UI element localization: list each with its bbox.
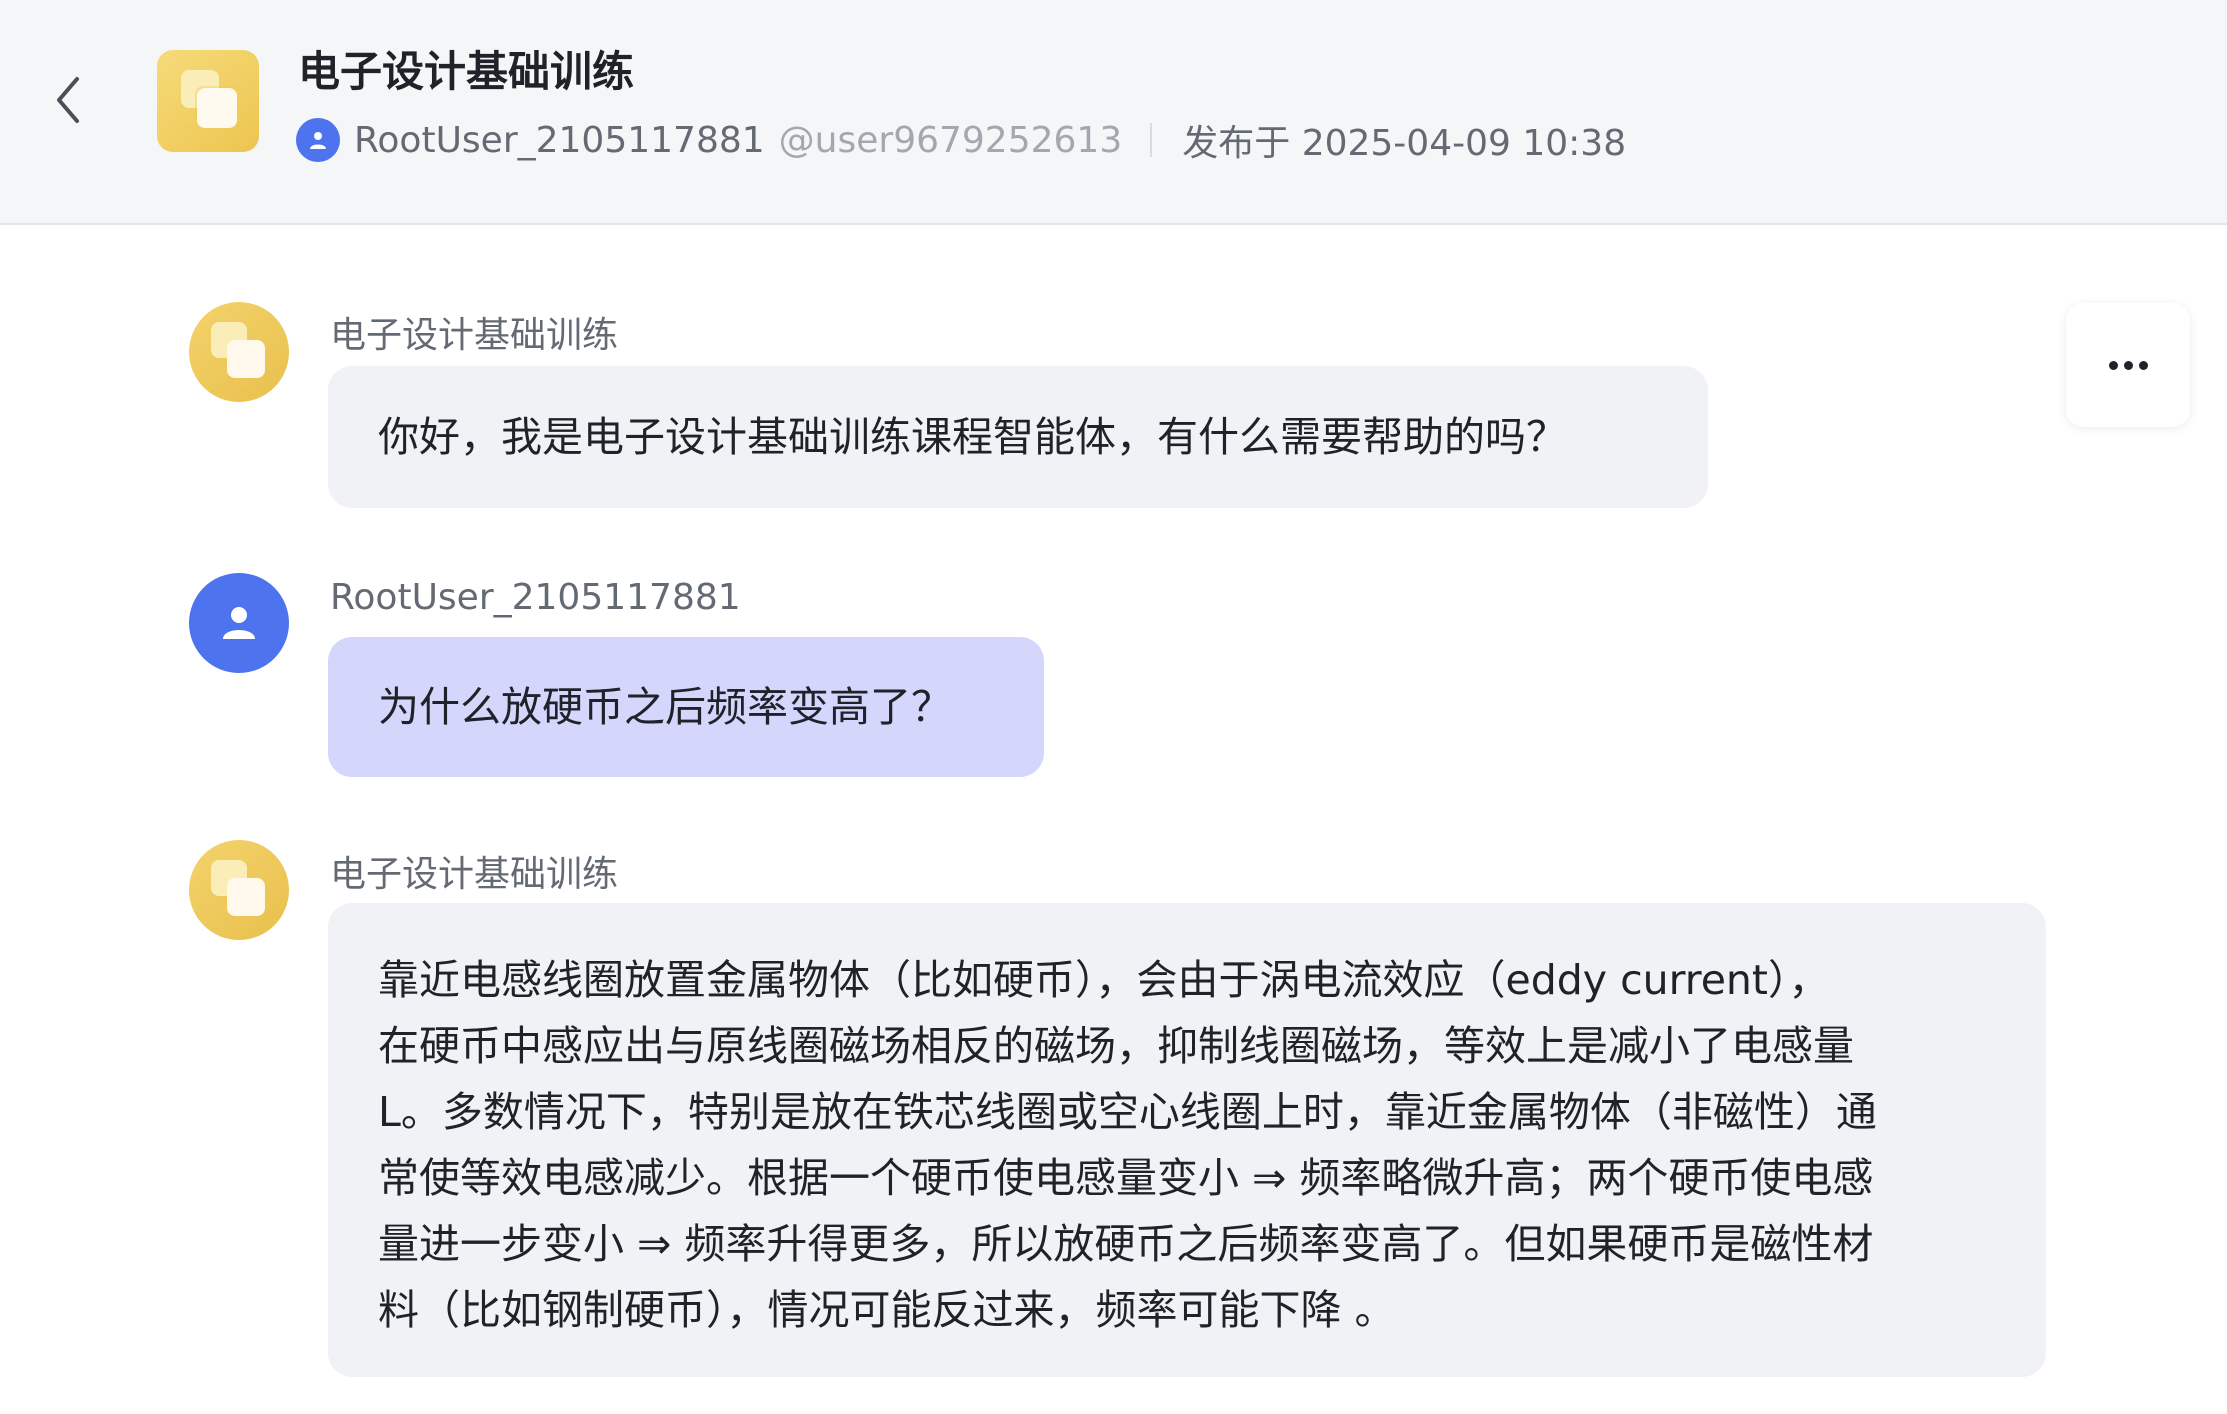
person-icon <box>223 607 255 639</box>
message-text: 为什么放硬币之后频率变高了？ <box>378 683 952 731</box>
more-options-button[interactable] <box>2066 303 2190 427</box>
agent-logo-icon <box>157 50 259 152</box>
person-icon <box>310 132 326 149</box>
back-button[interactable] <box>48 70 88 130</box>
agent-message-bubble: 你好，我是电子设计基础训练课程智能体，有什么需要帮助的吗？ <box>328 366 1708 508</box>
sender-name: 电子设计基础训练 <box>330 315 619 356</box>
sender-name: RootUser_2105117881 <box>330 577 741 618</box>
user-message-bubble: 为什么放硬币之后频率变高了？ <box>328 637 1044 777</box>
author-handle: @user9679252613 <box>778 119 1123 161</box>
agent-message-bubble: 靠近电感线圈放置金属物体（比如硬币），会由于涡电流效应（eddy current… <box>328 903 2046 1377</box>
divider <box>1150 123 1153 157</box>
message-line: 靠近电感线圈放置金属物体（比如硬币），会由于涡电流效应（eddy current… <box>378 956 1830 1004</box>
publish-date: 发布于 2025-04-09 10:38 <box>1182 123 1627 164</box>
chevron-left-icon <box>57 77 79 123</box>
message-line: L。多数情况下，特别是放在铁芯线圈或空心线圈上时，靠近金属物体（非磁性）通 <box>378 1088 1877 1136</box>
message-line: 常使等效电感减少。根据一个硬币使电感量变小 ⇒ 频率略微升高；两个硬币使电感 <box>378 1154 1874 1202</box>
message-line: 量进一步变小 ⇒ 频率升得更多，所以放硬币之后频率变高了。但如果硬币是磁性材 <box>378 1220 1874 1268</box>
user-avatar <box>189 573 289 673</box>
more-horizontal-icon <box>2108 360 2148 370</box>
agent-avatar <box>189 840 289 940</box>
page-title: 电子设计基础训练 <box>298 47 635 96</box>
author-avatar <box>296 118 340 162</box>
sender-name: 电子设计基础训练 <box>330 854 619 895</box>
author-meta: RootUser_2105117881 @user9679252613 发布于 … <box>296 116 1626 164</box>
chat-header: 电子设计基础训练 RootUser_2105117881 @user967925… <box>0 0 2227 225</box>
agent-avatar <box>189 302 289 402</box>
message-line: 在硬币中感应出与原线圈磁场相反的磁场，抑制线圈磁场，等效上是减小了电感量 <box>378 1022 1854 1070</box>
author-name[interactable]: RootUser_2105117881 <box>354 120 765 161</box>
message-line: 料（比如钢制硬币），情况可能反过来，频率可能下降 。 <box>378 1286 1396 1334</box>
message-text: 你好，我是电子设计基础训练课程智能体，有什么需要帮助的吗？ <box>378 413 1567 461</box>
